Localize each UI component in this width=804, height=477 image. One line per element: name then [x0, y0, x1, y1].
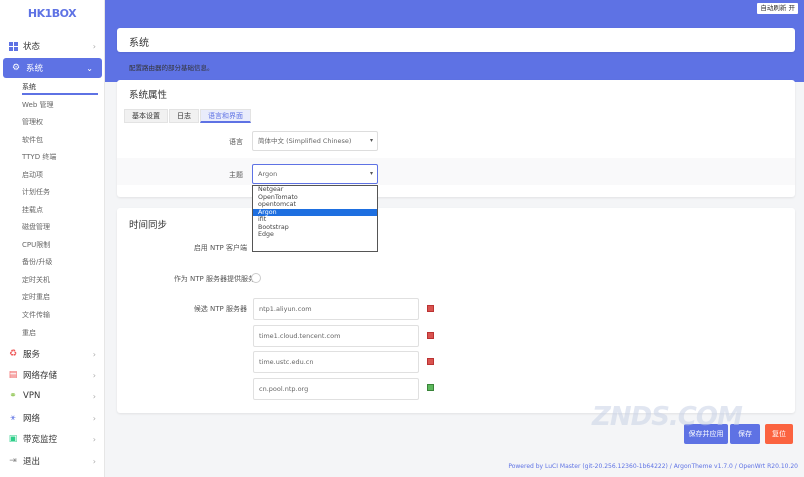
- section-title: 时间同步: [129, 220, 168, 231]
- ntp-server-label: 作为 NTP 服务器提供服务: [173, 275, 255, 283]
- sidebar-item-network[interactable]: ⚹ 网络 ›: [0, 408, 105, 428]
- sidebar-item-nas[interactable]: ▤ 网络存储 ›: [0, 365, 105, 385]
- page-title-card: 系统: [117, 28, 795, 52]
- sub-item-mounts[interactable]: 挂载点: [22, 201, 98, 218]
- theme-option-opentomato[interactable]: OpenTomato: [253, 194, 377, 202]
- footer: Powered by LuCI Master (git-20.256.12360…: [508, 463, 798, 470]
- theme-option-opentomcat[interactable]: opentomcat: [253, 201, 377, 209]
- tab-log[interactable]: 日志: [169, 109, 199, 123]
- theme-option-edge[interactable]: Edge: [253, 231, 377, 239]
- theme-option-ifit[interactable]: ifit: [253, 216, 377, 224]
- chevron-right-icon: ›: [92, 456, 96, 466]
- caret-down-icon: ▾: [369, 170, 373, 177]
- tab-basic[interactable]: 基本设置: [124, 109, 168, 123]
- page-title: 系统: [129, 38, 149, 49]
- sub-item-cpu-limit[interactable]: CPU限制: [22, 236, 98, 253]
- remove-icon[interactable]: [427, 332, 434, 339]
- sidebar-item-label: VPN: [23, 391, 41, 401]
- sidebar-item-label: 退出: [23, 457, 41, 467]
- sidebar-item-status[interactable]: 状态 ›: [0, 36, 105, 56]
- network-icon: ⚹: [10, 413, 16, 423]
- sidebar-item-logout[interactable]: ⇥ 退出 ›: [0, 451, 105, 471]
- sidebar-item-bandwidth[interactable]: ▣ 带宽监控 ›: [0, 429, 105, 449]
- monitor-icon: ▣: [8, 434, 18, 444]
- enable-ntp-label: 启用 NTP 客户端: [193, 244, 247, 252]
- sub-item-disk[interactable]: 磁盘管理: [22, 218, 98, 235]
- page-description: 配置路由器的部分基础信息。: [129, 64, 214, 72]
- system-properties-card: 系统属性 基本设置 日志 语言和界面 语言 简体中文 (Simplified C…: [117, 80, 795, 197]
- sub-item-web-admin[interactable]: Web 管理: [22, 96, 98, 113]
- remove-icon[interactable]: [427, 305, 434, 312]
- language-label: 语言: [229, 138, 243, 146]
- sub-item-backup[interactable]: 备份/升级: [22, 253, 98, 270]
- ntp-server-input[interactable]: time.ustc.edu.cn: [253, 351, 419, 373]
- ntp-server-input[interactable]: ntp1.aliyun.com: [253, 298, 419, 320]
- add-icon[interactable]: [427, 384, 434, 391]
- sub-item-reboot-schedule[interactable]: 定时重启: [22, 288, 98, 305]
- sub-item-admin[interactable]: 管理权: [22, 113, 98, 130]
- chevron-right-icon: ›: [92, 391, 96, 401]
- ntp-server-checkbox[interactable]: [251, 273, 261, 283]
- caret-down-icon: ▾: [369, 137, 373, 144]
- sidebar-item-label: 服务: [23, 350, 41, 360]
- sub-item-ttyd[interactable]: TTYD 终端: [22, 148, 98, 165]
- sub-item-shutdown[interactable]: 定时关机: [22, 271, 98, 288]
- candidate-ntp-label: 候选 NTP 服务器: [193, 305, 247, 313]
- ntp-server-input[interactable]: cn.pool.ntp.org: [253, 378, 419, 400]
- gear-icon: ⚙: [11, 63, 21, 73]
- section-title: 系统属性: [129, 90, 168, 101]
- reset-button[interactable]: 复位: [765, 424, 793, 444]
- storage-icon: ▤: [8, 370, 18, 380]
- puzzle-icon: ♻: [8, 349, 18, 359]
- logo: HK1BOX: [27, 6, 77, 20]
- sidebar-item-label: 网络: [23, 414, 41, 424]
- sidebar-item-label: 系统: [26, 64, 44, 74]
- sidebar-item-system[interactable]: ⚙ 系统 ⌄: [3, 58, 102, 78]
- logout-icon: ⇥: [9, 456, 17, 466]
- auto-refresh-button[interactable]: 自动刷新 开: [757, 3, 798, 14]
- sidebar-item-services[interactable]: ♻ 服务 ›: [0, 344, 105, 364]
- time-sync-card: 时间同步 启用 NTP 客户端 作为 NTP 服务器提供服务 候选 NTP 服务…: [117, 208, 795, 413]
- grid-icon: [8, 41, 18, 51]
- theme-option-argon[interactable]: Argon: [253, 208, 377, 216]
- theme-option-netgear[interactable]: Netgear: [253, 186, 377, 194]
- chevron-right-icon: ›: [92, 349, 96, 359]
- theme-select[interactable]: Argon ▾: [252, 164, 378, 184]
- sidebar-item-vpn[interactable]: ⚭ VPN ›: [0, 386, 105, 406]
- remove-icon[interactable]: [427, 358, 434, 365]
- chevron-right-icon: ›: [92, 434, 96, 444]
- sub-item-cron[interactable]: 计划任务: [22, 183, 98, 200]
- sidebar-item-label: 网络存储: [23, 371, 58, 381]
- theme-select-value: Argon: [258, 170, 278, 178]
- language-select[interactable]: 简体中文 (Simplified Chinese) ▾: [252, 131, 378, 151]
- sub-item-file-transfer[interactable]: 文件传输: [22, 306, 98, 323]
- chevron-down-icon: ⌄: [86, 63, 93, 73]
- watermark: ZNDS.COM: [592, 402, 743, 432]
- vpn-icon: ⚭: [9, 391, 17, 401]
- sidebar-item-label: 状态: [23, 42, 41, 52]
- ntp-server-input[interactable]: time1.cloud.tencent.com: [253, 325, 419, 347]
- theme-label: 主题: [229, 171, 243, 179]
- sidebar-item-label: 带宽监控: [23, 435, 58, 445]
- theme-option-bootstrap[interactable]: Bootstrap: [253, 224, 377, 232]
- sub-item-packages[interactable]: 软件包: [22, 131, 98, 148]
- sub-item-reboot[interactable]: 重启: [22, 324, 98, 341]
- theme-dropdown: Netgear OpenTomato opentomcat Argon ifit…: [252, 185, 378, 252]
- topbar: 自动刷新 开: [105, 0, 804, 22]
- chevron-right-icon: ›: [92, 413, 96, 423]
- sub-item-system[interactable]: 系统: [22, 81, 98, 95]
- tab-bar: 基本设置 日志 语言和界面: [124, 109, 252, 123]
- sub-item-startup[interactable]: 启动项: [22, 166, 98, 183]
- chevron-right-icon: ›: [92, 41, 96, 51]
- sidebar: HK1BOX 状态 › ⚙ 系统 ⌄ 系统 Web 管理 管理权 软件包 TTY…: [0, 0, 105, 477]
- language-select-value: 简体中文 (Simplified Chinese): [258, 137, 352, 145]
- chevron-right-icon: ›: [92, 370, 96, 380]
- tab-language[interactable]: 语言和界面: [200, 109, 251, 123]
